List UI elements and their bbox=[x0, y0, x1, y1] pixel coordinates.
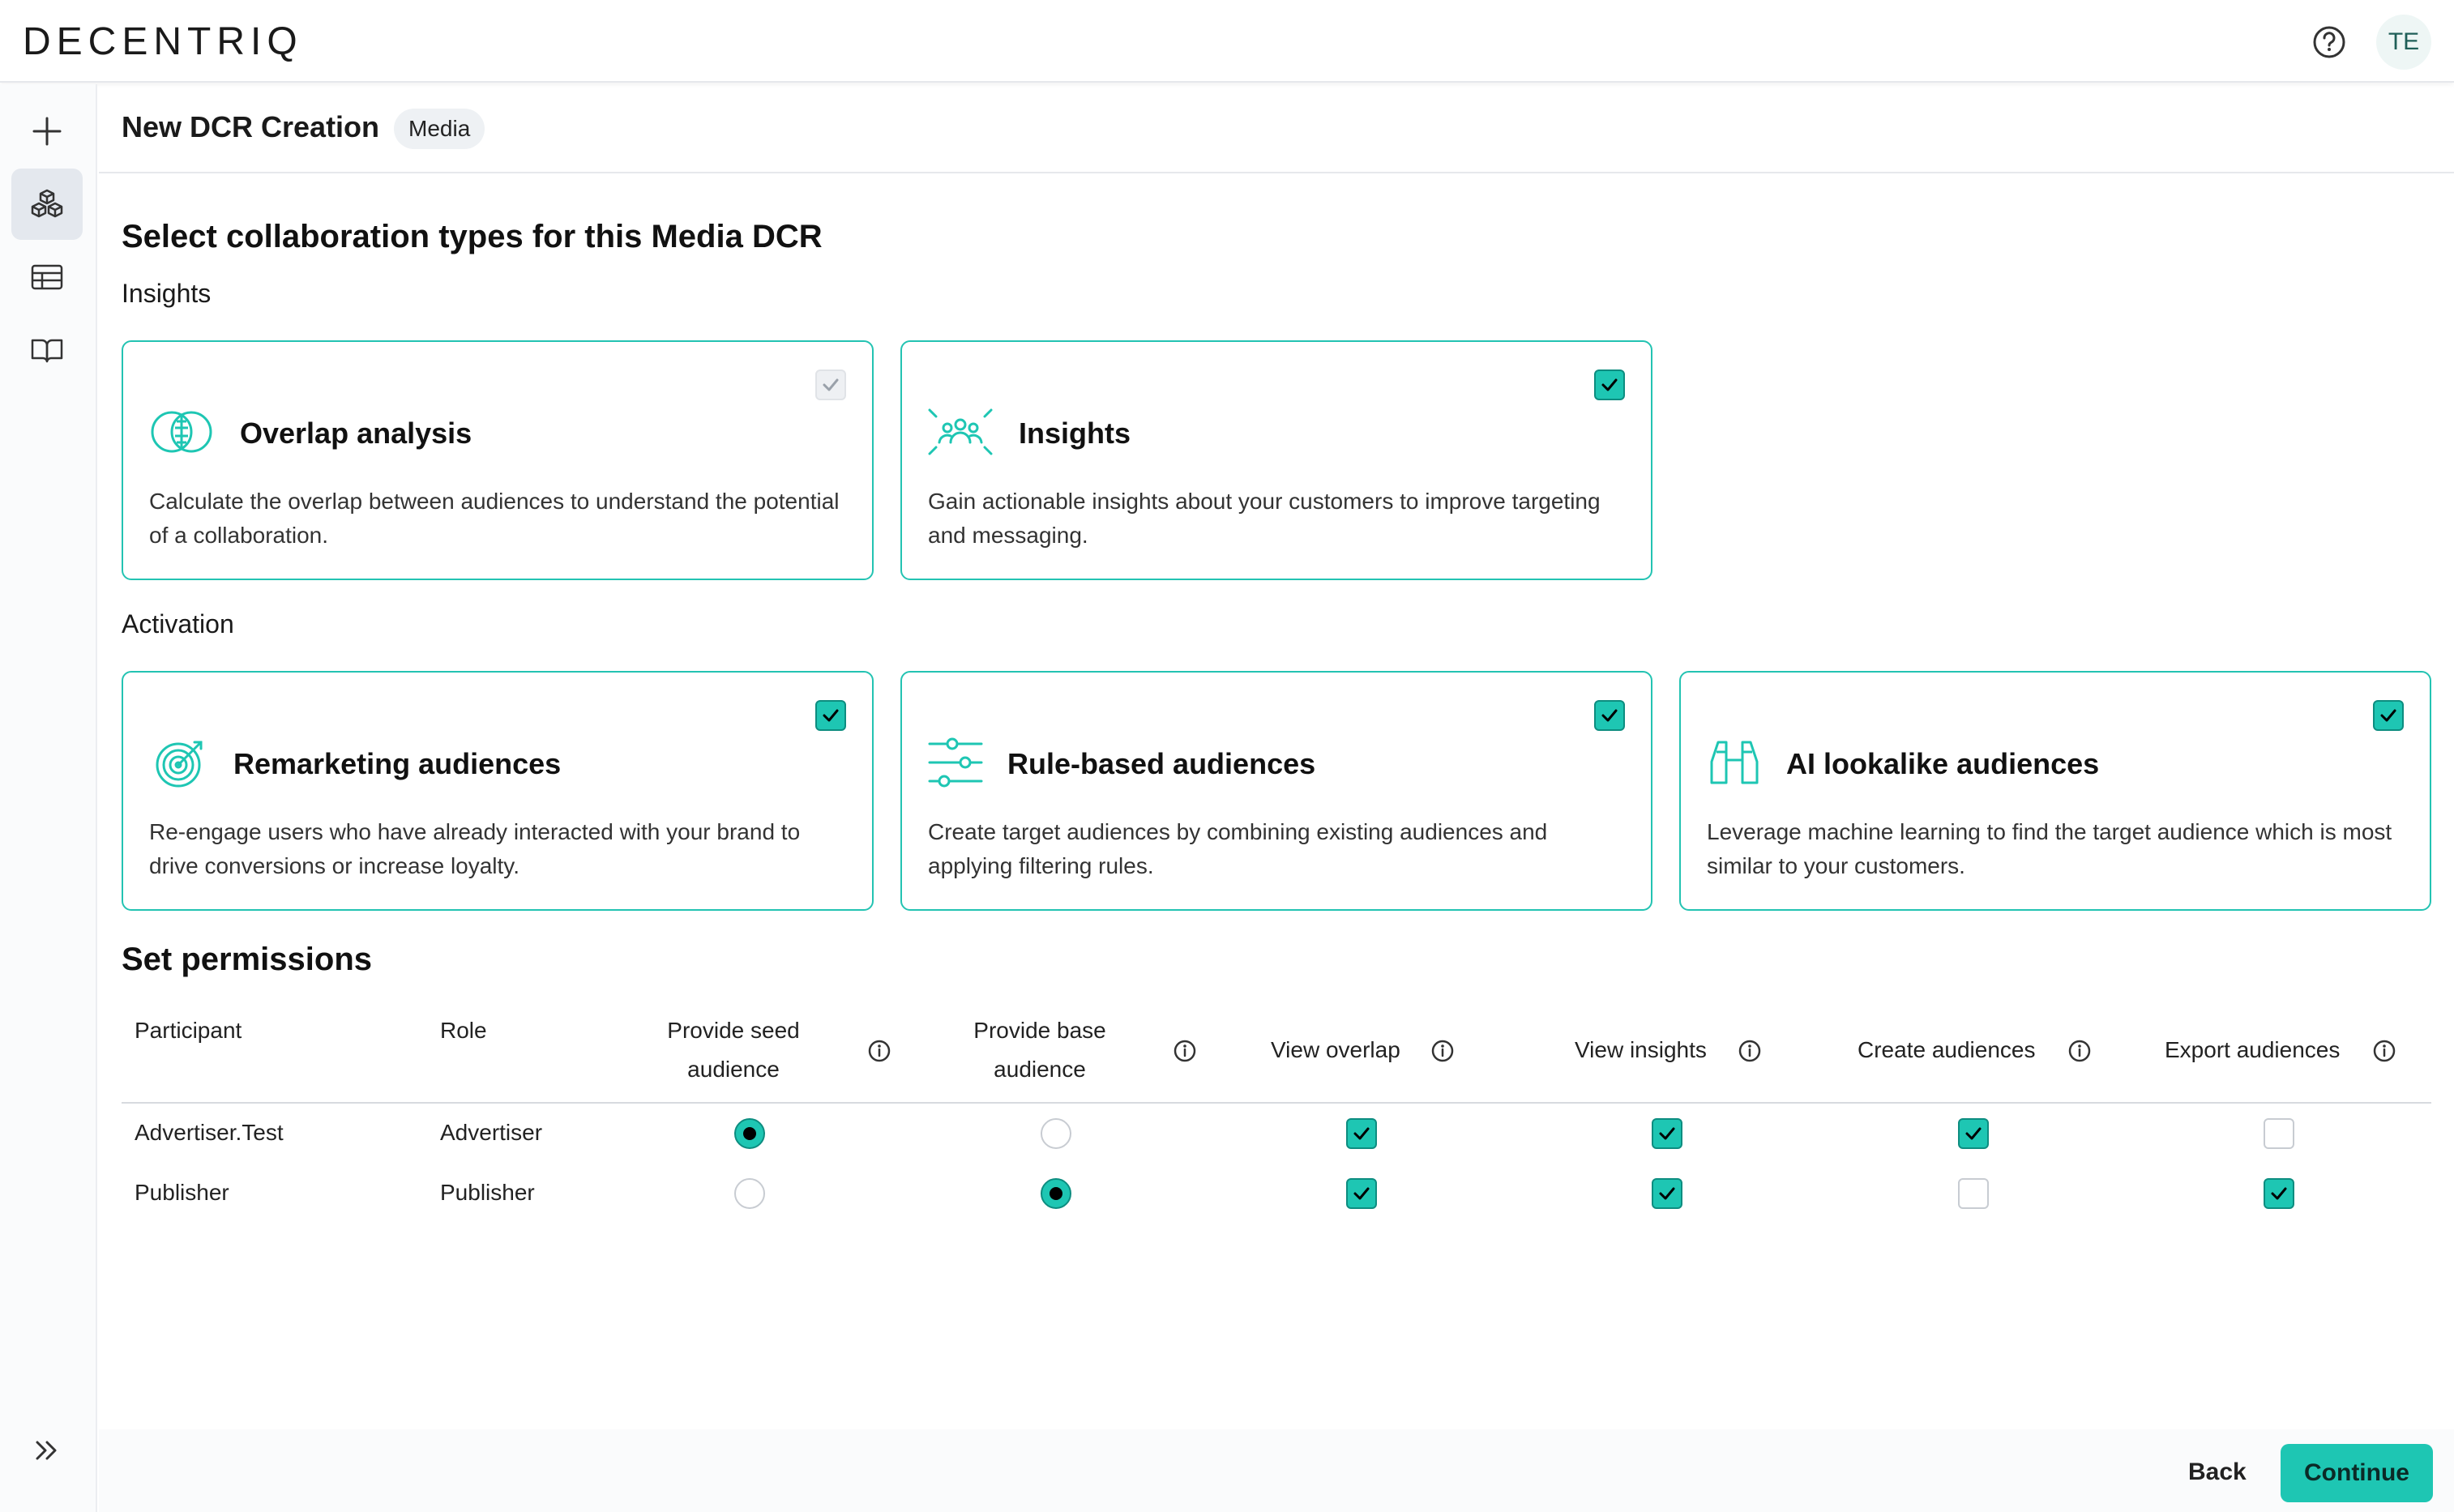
insights-section-label: Insights bbox=[122, 279, 212, 308]
sidebar-item-datasets[interactable] bbox=[11, 241, 83, 313]
collaboration-types-heading: Select collaboration types for this Medi… bbox=[122, 219, 823, 254]
participant-name: Advertiser.Test bbox=[135, 1120, 284, 1145]
rule-based-audiences-card[interactable]: Rule-based audiences Create target audie… bbox=[900, 671, 1652, 911]
view-insights-checkbox[interactable] bbox=[1652, 1118, 1682, 1149]
column-header-role: Role bbox=[440, 1018, 487, 1043]
insights-card[interactable]: Insights Gain actionable insights about … bbox=[900, 340, 1652, 580]
rule-based-audiences-checkbox[interactable] bbox=[1594, 700, 1625, 731]
info-icon[interactable] bbox=[1738, 1039, 1762, 1063]
card-description: Leverage machine learning to find the ta… bbox=[1707, 819, 2392, 878]
permissions-heading: Set permissions bbox=[122, 942, 373, 977]
sidebar-new-button[interactable] bbox=[11, 96, 83, 167]
table-icon bbox=[31, 264, 63, 290]
plus-icon bbox=[32, 117, 62, 146]
seed-audience-radio[interactable] bbox=[734, 1178, 765, 1209]
create-audiences-checkbox[interactable] bbox=[1958, 1178, 1989, 1209]
view-insights-checkbox[interactable] bbox=[1652, 1178, 1682, 1209]
check-icon bbox=[2380, 709, 2396, 722]
card-title: AI lookalike audiences bbox=[1786, 747, 2100, 780]
logo[interactable]: DECENTRIQ bbox=[23, 19, 303, 64]
back-button[interactable]: Back bbox=[2188, 1459, 2247, 1486]
remarketing-audiences-card[interactable]: Remarketing audiences Re-engage users wh… bbox=[122, 671, 874, 911]
ai-lookalike-audiences-card[interactable]: AI lookalike audiences Leverage machine … bbox=[1679, 671, 2431, 911]
view-overlap-checkbox[interactable] bbox=[1346, 1178, 1377, 1209]
cubes-icon bbox=[31, 189, 63, 218]
check-icon bbox=[823, 709, 839, 722]
binoculars-icon bbox=[1710, 741, 1759, 784]
card-title: Overlap analysis bbox=[240, 416, 472, 450]
column-header-provide-seed-audience: Provide seed audience bbox=[667, 1018, 800, 1082]
participant-role: Publisher bbox=[440, 1180, 535, 1205]
check-icon bbox=[1353, 1127, 1370, 1140]
footer-bar bbox=[99, 1429, 2454, 1512]
check-icon bbox=[1601, 709, 1618, 722]
participant-role: Advertiser bbox=[440, 1120, 543, 1145]
page-header: New DCR Creation Media bbox=[99, 84, 2454, 173]
target-icon bbox=[156, 741, 203, 788]
sliders-icon bbox=[928, 737, 983, 788]
base-audience-radio[interactable] bbox=[1041, 1118, 1071, 1149]
card-title: Rule-based audiences bbox=[1007, 747, 1316, 780]
continue-button[interactable]: Continue bbox=[2281, 1444, 2433, 1502]
sidebar-item-dcrs[interactable] bbox=[11, 169, 83, 240]
insights-checkbox[interactable] bbox=[1594, 369, 1625, 400]
check-icon bbox=[2271, 1187, 2287, 1200]
column-header-participant: Participant bbox=[135, 1018, 242, 1043]
participant-name: Publisher bbox=[135, 1180, 229, 1205]
people-insights-icon bbox=[928, 408, 993, 455]
media-badge: Media bbox=[394, 109, 485, 149]
card-description: Gain actionable insights about your cust… bbox=[928, 489, 1601, 548]
check-icon bbox=[1659, 1127, 1675, 1140]
card-title: Remarketing audiences bbox=[233, 747, 562, 780]
avatar[interactable]: TE bbox=[2376, 15, 2431, 70]
info-icon[interactable] bbox=[2372, 1039, 2396, 1063]
card-title: Insights bbox=[1019, 416, 1131, 450]
export-audiences-checkbox[interactable] bbox=[2264, 1118, 2294, 1149]
check-icon bbox=[1601, 378, 1618, 391]
book-icon bbox=[31, 339, 63, 363]
double-chevron-right-icon bbox=[36, 1441, 57, 1460]
check-icon bbox=[1353, 1187, 1370, 1200]
overlap-analysis-card[interactable]: Overlap analysis Calculate the overlap b… bbox=[122, 340, 874, 580]
sidebar-item-docs[interactable] bbox=[11, 314, 83, 386]
column-header-view-overlap: View overlap bbox=[1271, 1037, 1400, 1062]
check-icon bbox=[1659, 1187, 1675, 1200]
card-description: Calculate the overlap between audiences … bbox=[149, 489, 840, 548]
remarketing-audiences-checkbox[interactable] bbox=[815, 700, 846, 731]
overlap-analysis-checkbox[interactable] bbox=[815, 369, 846, 400]
column-header-view-insights: View insights bbox=[1575, 1037, 1707, 1062]
column-header-provide-base-audience: Provide base audience bbox=[973, 1018, 1106, 1082]
help-icon[interactable] bbox=[2311, 24, 2347, 60]
sidebar-expand-button[interactable] bbox=[11, 1415, 83, 1486]
card-description: Create target audiences by combining exi… bbox=[928, 819, 1548, 878]
check-icon bbox=[1965, 1127, 1982, 1140]
info-icon[interactable] bbox=[1173, 1039, 1197, 1063]
column-header-create-audiences: Create audiences bbox=[1858, 1037, 2036, 1062]
info-icon[interactable] bbox=[867, 1039, 891, 1063]
overlap-circles-icon bbox=[151, 411, 212, 453]
activation-section-label: Activation bbox=[122, 609, 234, 639]
export-audiences-checkbox[interactable] bbox=[2264, 1178, 2294, 1209]
create-audiences-checkbox[interactable] bbox=[1958, 1118, 1989, 1149]
sidebar bbox=[0, 84, 97, 1512]
base-audience-radio[interactable] bbox=[1041, 1178, 1071, 1209]
ai-lookalike-audiences-checkbox[interactable] bbox=[2373, 700, 2404, 731]
top-bar: DECENTRIQ TE bbox=[0, 0, 2454, 83]
check-icon bbox=[823, 378, 839, 391]
info-icon[interactable] bbox=[1430, 1039, 1455, 1063]
page-title: New DCR Creation bbox=[122, 110, 380, 143]
view-overlap-checkbox[interactable] bbox=[1346, 1118, 1377, 1149]
column-header-export-audiences: Export audiences bbox=[2165, 1037, 2341, 1062]
info-icon[interactable] bbox=[2067, 1039, 2092, 1063]
seed-audience-radio[interactable] bbox=[734, 1118, 765, 1149]
card-description: Re-engage users who have already interac… bbox=[149, 819, 801, 878]
